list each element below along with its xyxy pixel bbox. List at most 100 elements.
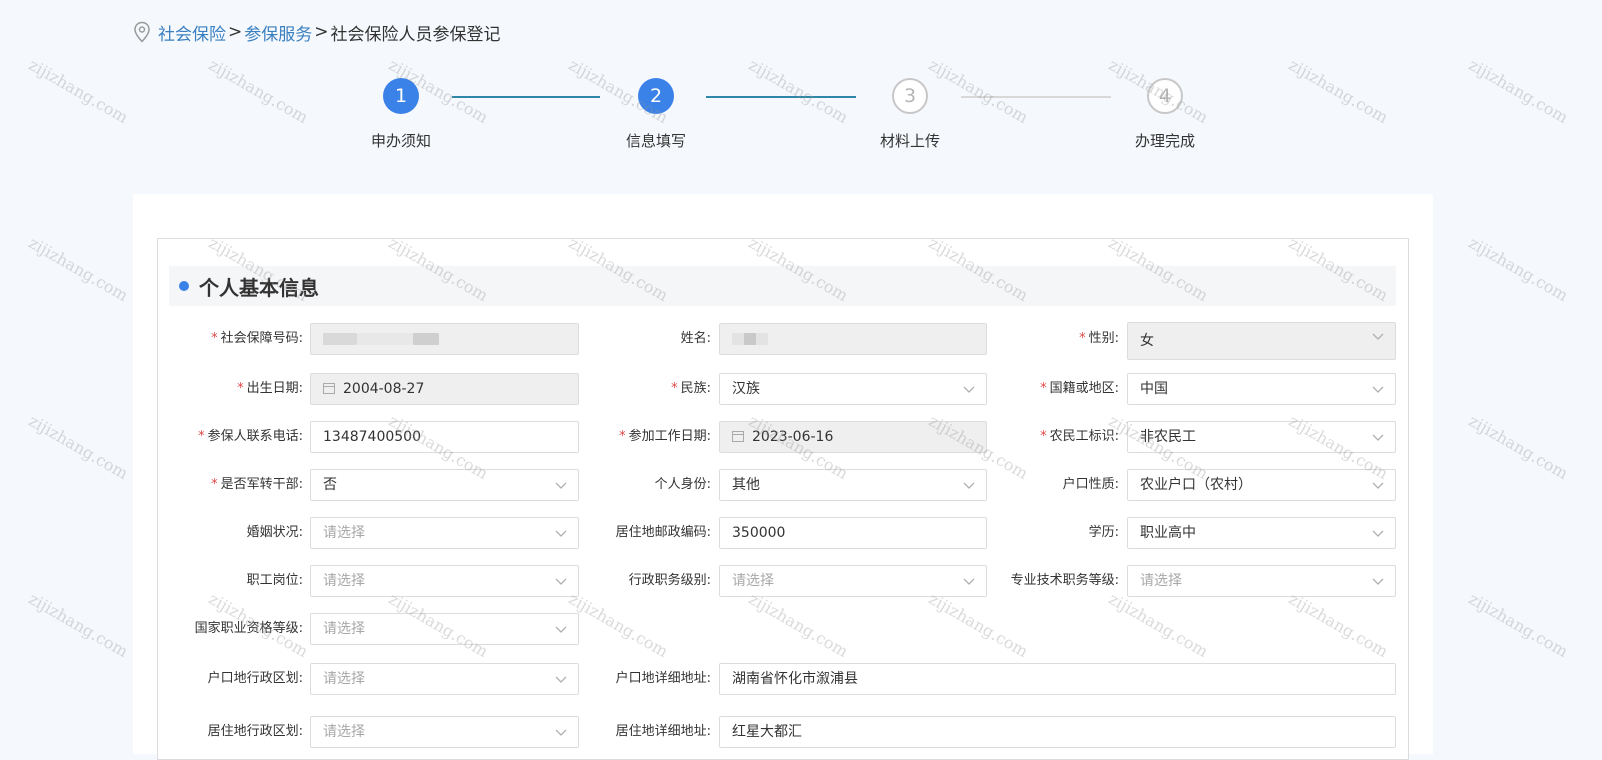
res-region-label: 居住地行政区划: [207,724,303,739]
required-mark: * [211,477,218,492]
required-mark: * [619,429,626,444]
watermark-text: zijizhang.com [25,589,132,662]
migrant-label: * 农民工标识: [1040,429,1119,444]
military-value: 否 [323,477,337,493]
hukou-type-select[interactable]: 农业户口（农村） [1127,469,1396,501]
gender-select[interactable]: 女 [1127,322,1396,360]
name-input[interactable] [719,323,987,355]
identity-select[interactable]: 其他 [719,469,987,501]
chevron-down-icon [963,482,975,489]
qualification-select[interactable]: 请选择 [310,613,579,645]
step-connector [961,96,1111,98]
section-title: 个人基本信息 [199,275,319,300]
step-connector [452,96,600,98]
chevron-down-icon [1372,386,1384,393]
nationality-select[interactable]: 中国 [1127,373,1396,405]
watermark-text: zijizhang.com [1465,589,1572,662]
identity-value: 其他 [732,477,760,493]
military-select[interactable]: 否 [310,469,579,501]
required-mark: * [198,429,205,444]
hukou-address-label: 户口地详细地址: [615,671,711,686]
chevron-down-icon [555,578,567,585]
res-address-input[interactable]: 红星大都汇 [719,716,1396,748]
hukou-region-placeholder: 请选择 [323,671,365,687]
step-4-circle: 4 [1147,78,1183,114]
nationality-value: 中国 [1140,381,1168,397]
phone-input[interactable]: 13487400500 [310,421,579,453]
watermark-text: zijizhang.com [1465,233,1572,306]
hukou-region-select[interactable]: 请选择 [310,663,579,695]
breadcrumb-link-enrollment-service[interactable]: 参保服务 [244,20,312,45]
required-mark: * [1079,331,1086,346]
step-1-circle: 1 [383,78,419,114]
step-2-label: 信息填写 [625,132,686,150]
masked-value [732,333,744,345]
marital-placeholder: 请选择 [323,525,365,541]
ssn-label: * 社会保障号码: [211,331,303,346]
gender-label: * 性别: [1079,331,1119,346]
migrant-select[interactable]: 非农民工 [1127,421,1396,453]
chevron-down-icon [555,729,567,736]
step-2-circle: 2 [638,78,674,114]
required-mark: * [237,381,244,396]
postcode-value: 350000 [732,525,786,541]
tech-level-placeholder: 请选择 [1140,573,1182,589]
required-mark: * [211,331,218,346]
chevron-down-icon [963,386,975,393]
ethnicity-select[interactable]: 汉族 [719,373,987,405]
tech-level-select[interactable]: 请选择 [1127,565,1396,597]
nationality-label: * 国籍或地区: [1040,381,1119,396]
required-mark: * [671,381,678,396]
section-bullet-icon [179,281,189,291]
education-select[interactable]: 职业高中 [1127,517,1396,549]
gender-value: 女 [1140,333,1154,349]
phone-value: 13487400500 [323,429,421,445]
section-header: 个人基本信息 [169,266,1396,306]
phone-label: * 参保人联系电话: [198,429,303,444]
birth-date-input[interactable]: 2004-08-27 [310,373,579,405]
step-1-label: 申办须知 [370,132,431,150]
hukou-type-label: 户口性质: [1062,477,1119,492]
admin-level-select[interactable]: 请选择 [719,565,987,597]
required-mark: * [1040,381,1047,396]
res-address-label: 居住地详细地址: [615,724,711,739]
masked-value [413,333,439,345]
position-placeholder: 请选择 [323,573,365,589]
work-date-label: * 参加工作日期: [619,429,711,444]
hukou-address-value: 湖南省怀化市溆浦县 [732,671,858,687]
work-date-value: 2023-06-16 [752,429,834,445]
breadcrumb-separator: > [228,22,243,42]
watermark-text: zijizhang.com [25,411,132,484]
breadcrumb-link-social-insurance[interactable]: 社会保险 [158,20,226,45]
postcode-label: 居住地邮政编码: [615,525,711,540]
position-select[interactable]: 请选择 [310,565,579,597]
name-label: 姓名: [680,331,711,346]
chevron-down-icon [1372,333,1384,340]
res-region-select[interactable]: 请选择 [310,716,579,748]
calendar-icon [732,431,744,442]
military-label: * 是否军转干部: [211,477,303,492]
chevron-down-icon [1372,578,1384,585]
marital-select[interactable]: 请选择 [310,517,579,549]
hukou-region-label: 户口地行政区划: [207,671,303,686]
marital-label: 婚姻状况: [246,525,303,540]
chevron-down-icon [555,626,567,633]
progress-steps: 1 申办须知 2 信息填写 3 材料上传 4 办理完成 [0,78,1602,158]
step-3-label: 材料上传 [879,132,940,150]
admin-level-placeholder: 请选择 [732,573,774,589]
chevron-down-icon [963,578,975,585]
position-label: 职工岗位: [246,573,303,588]
chevron-down-icon [1372,482,1384,489]
location-pin-icon [132,21,154,43]
postcode-input[interactable]: 350000 [719,517,987,549]
breadcrumb-separator: > [314,22,329,42]
education-label: 学历: [1088,525,1119,540]
hukou-type-value: 农业户口（农村） [1140,477,1252,493]
chevron-down-icon [555,676,567,683]
hukou-address-input[interactable]: 湖南省怀化市溆浦县 [719,663,1396,695]
chevron-down-icon [555,482,567,489]
ssn-input[interactable] [310,323,579,355]
work-date-input[interactable]: 2023-06-16 [719,421,987,453]
calendar-icon [323,383,335,394]
education-value: 职业高中 [1140,525,1196,541]
